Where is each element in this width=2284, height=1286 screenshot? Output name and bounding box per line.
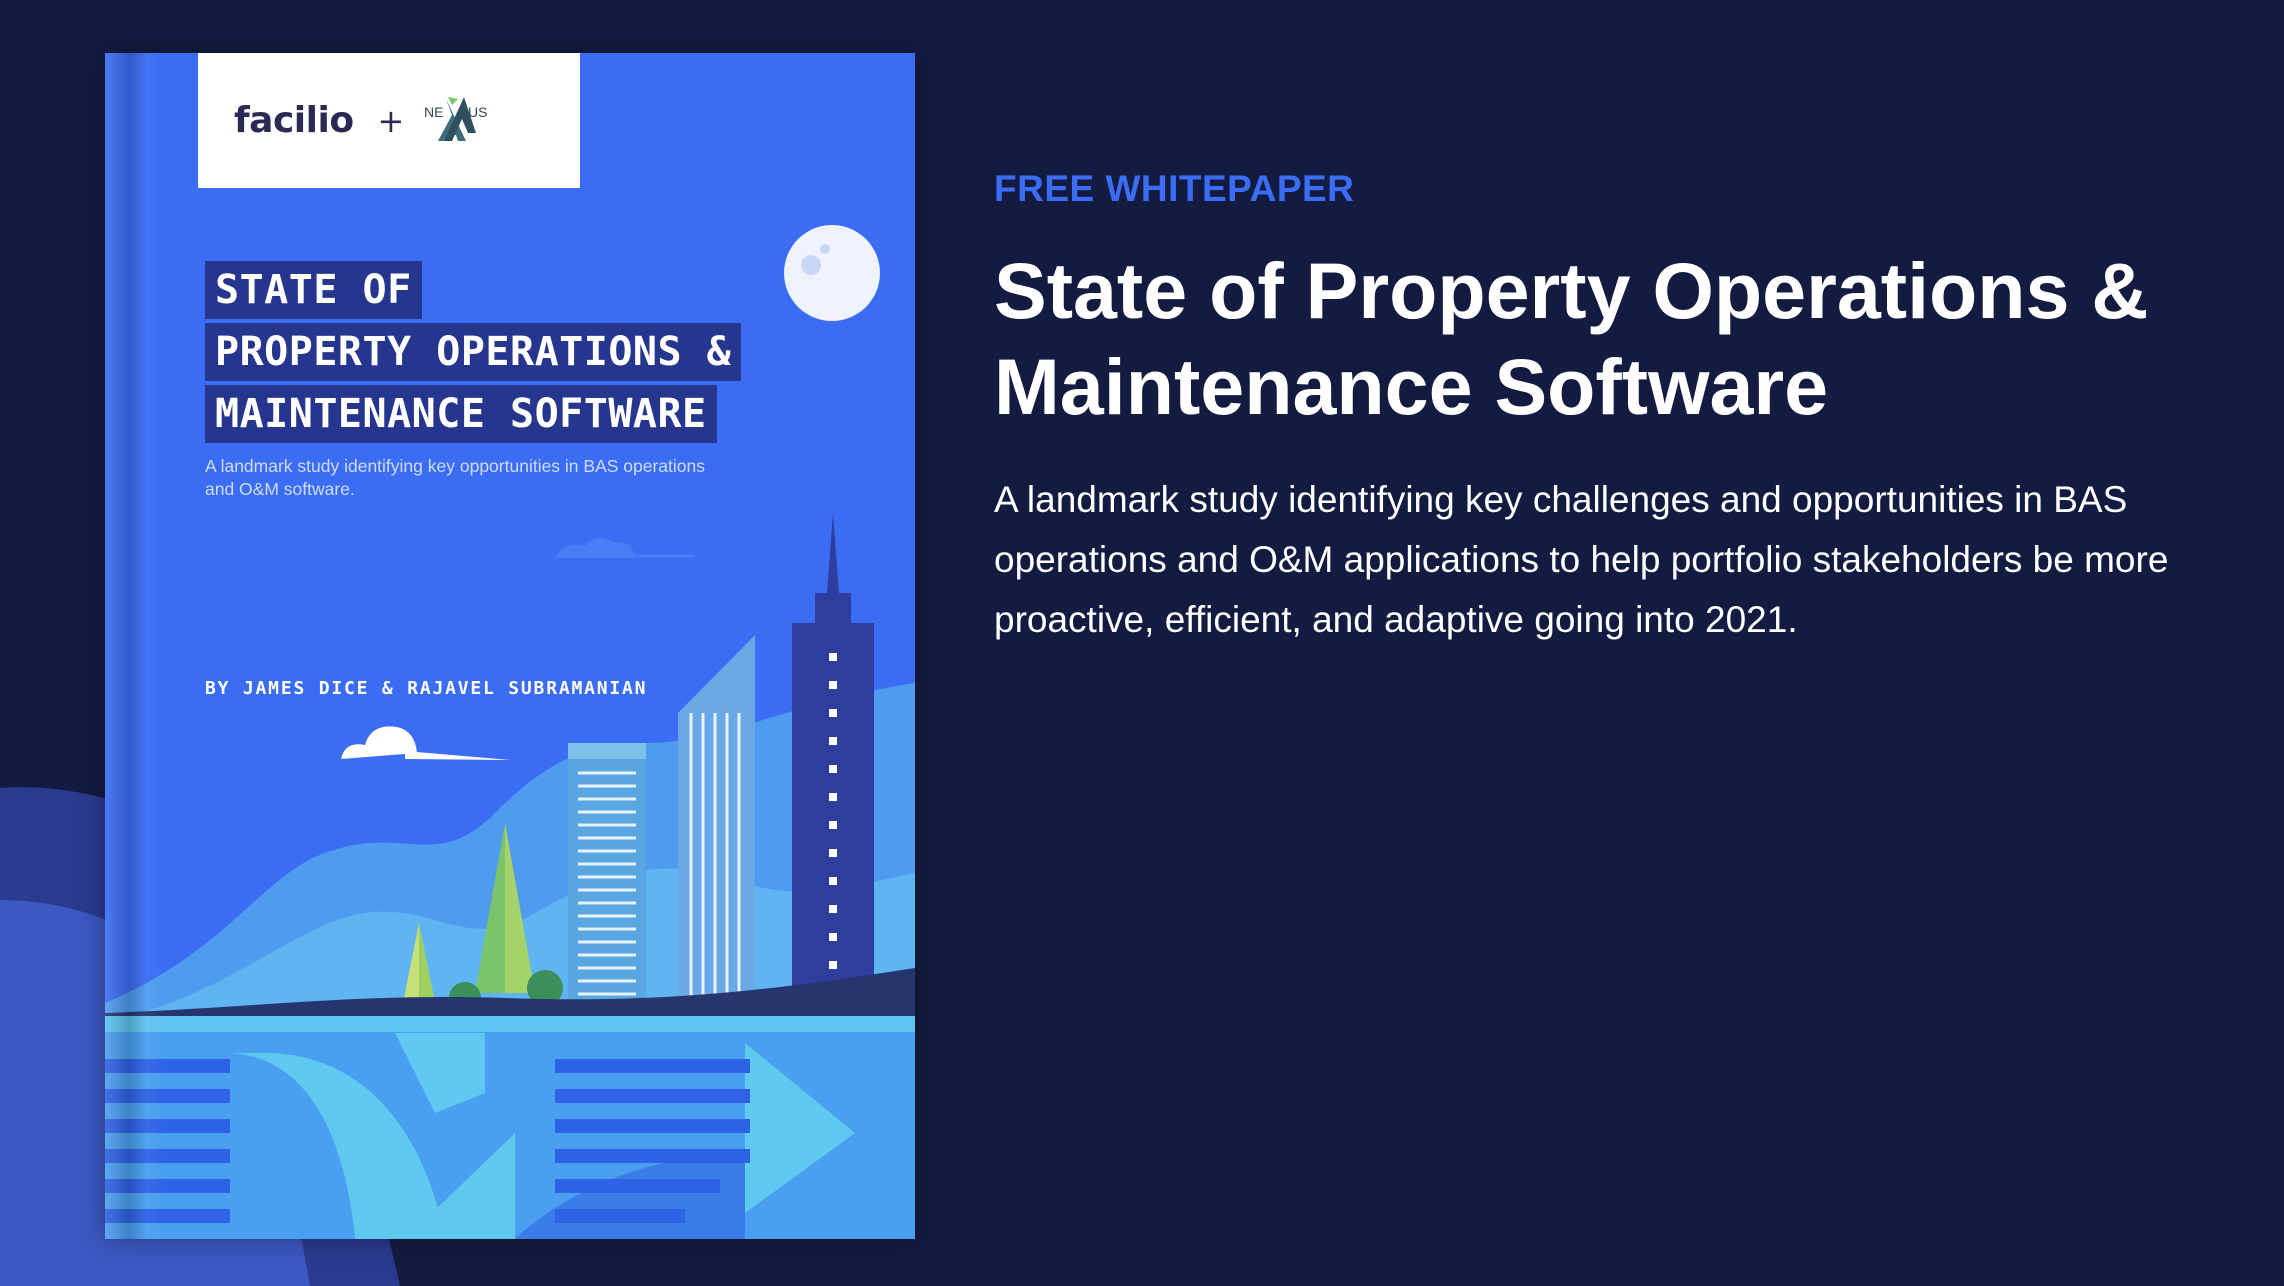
cover-logo-box: facilio + NE US bbox=[198, 53, 580, 188]
facilio-logo: facilio bbox=[234, 100, 354, 141]
cover-subtitle: A landmark study identifying key opportu… bbox=[205, 456, 706, 499]
whitepaper-cover[interactable]: facilio + NE US STATE OF PROPERTY OPERAT… bbox=[105, 53, 915, 1239]
book-spine bbox=[105, 53, 165, 1239]
cover-title-block: STATE OF PROPERTY OPERATIONS & MAINTENAN… bbox=[205, 261, 742, 447]
nexus-logo: NE US bbox=[424, 96, 488, 141]
whitepaper-tag: FREE WHITEPAPER bbox=[994, 168, 1355, 209]
cover-cityscape-illustration bbox=[105, 225, 915, 1239]
cover-authors: BY JAMES DICE & RAJAVEL SUBRAMANIAN bbox=[205, 678, 648, 699]
cover-title-line-2: PROPERTY OPERATIONS & bbox=[205, 323, 742, 381]
page-title: State of Property Operations & Maintenan… bbox=[994, 246, 2149, 431]
cover-title-line-1: STATE OF bbox=[205, 261, 422, 319]
svg-text:NE: NE bbox=[424, 104, 443, 120]
cover-title-line-3: MAINTENANCE SOFTWARE bbox=[205, 385, 717, 443]
logo-plus-sign: + bbox=[377, 101, 405, 140]
hero-description: A landmark study identifying key challen… bbox=[994, 479, 2169, 640]
svg-text:US: US bbox=[468, 104, 487, 120]
